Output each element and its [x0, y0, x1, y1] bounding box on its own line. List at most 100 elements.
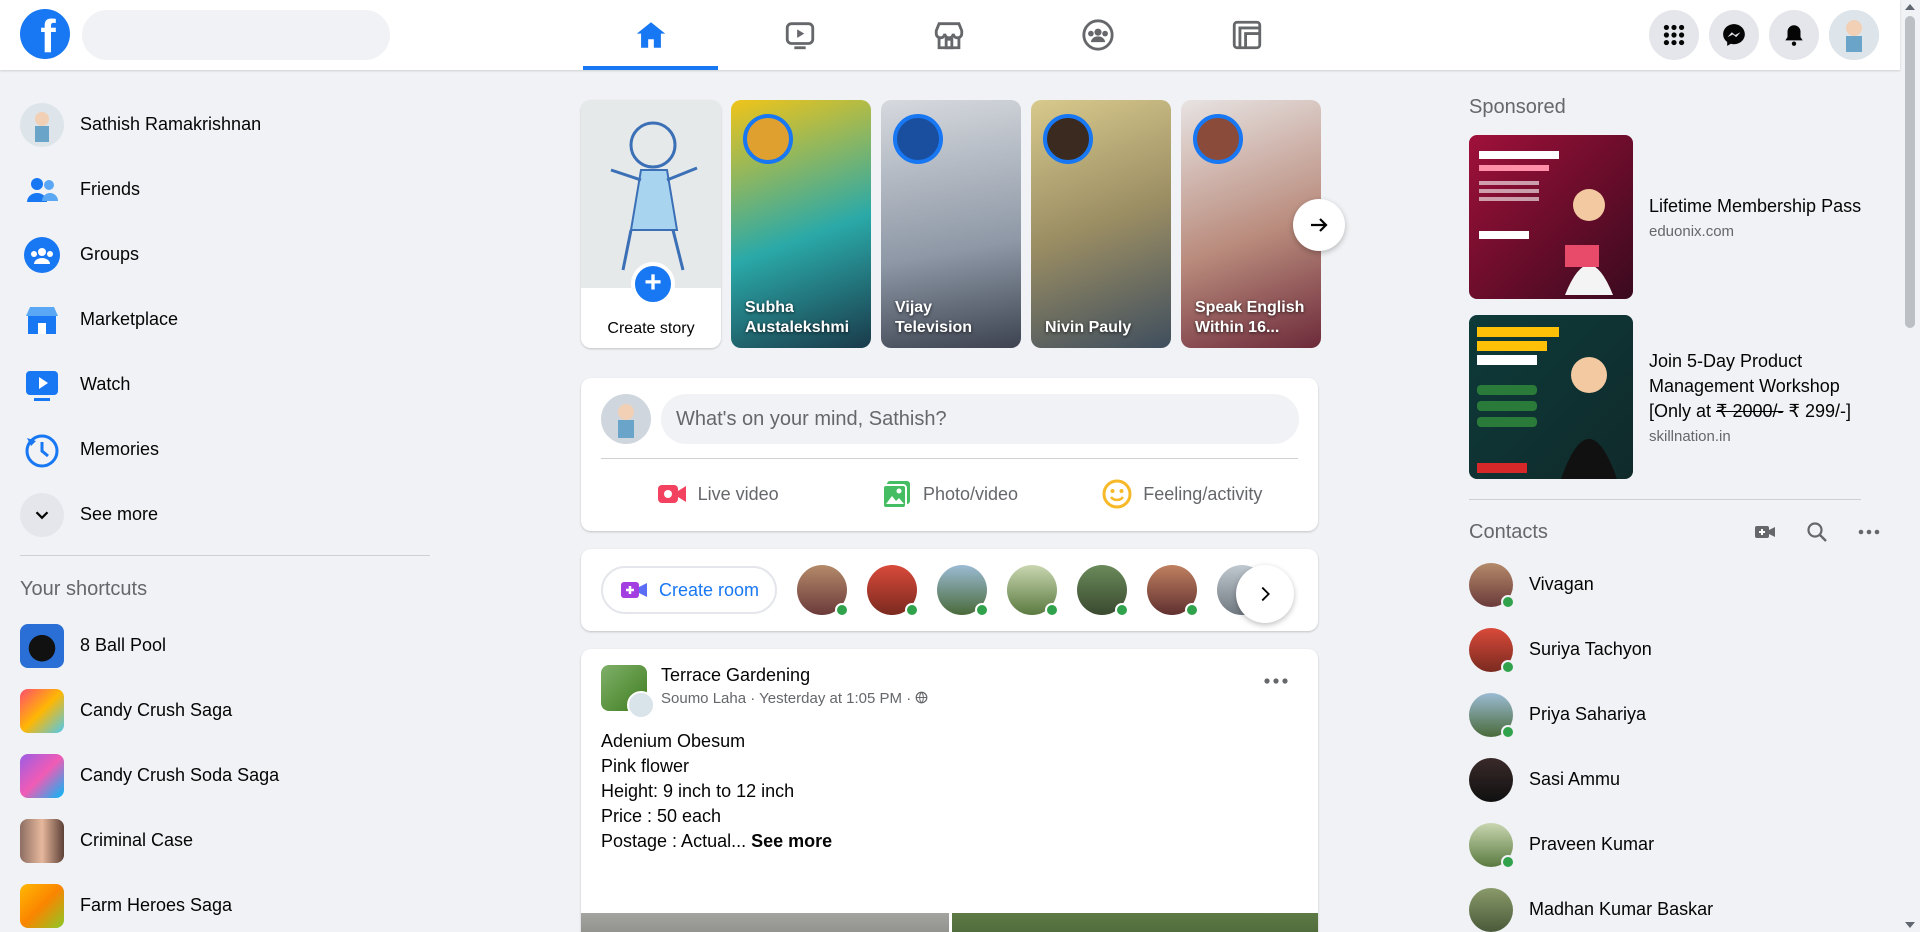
shortcut-candy-crush-saga[interactable]: Candy Crush Saga — [8, 678, 438, 743]
contact-item[interactable]: Madhan Kumar Baskar — [1469, 877, 1881, 932]
ad-domain: eduonix.com — [1649, 223, 1735, 240]
contacts-header: Contacts — [1469, 512, 1881, 552]
sidebar-item-label: Memories — [80, 439, 160, 459]
video-camera-icon — [621, 582, 647, 598]
sidebar-item-groups[interactable]: Groups — [8, 222, 438, 287]
story-avatar — [743, 114, 793, 164]
avatar-icon — [1829, 10, 1879, 60]
tab-home[interactable] — [583, 0, 718, 70]
contact-item[interactable]: Suriya Tachyon — [1469, 617, 1881, 682]
friends-icon — [20, 168, 64, 212]
gaming-icon — [1232, 20, 1261, 50]
news-feed: + Create story Subha Austalekshmi Vijay … — [581, 100, 1345, 932]
page-scrollbar[interactable] — [1900, 0, 1920, 932]
shortcut-criminal-case[interactable]: Criminal Case — [8, 808, 438, 873]
online-friend-avatar[interactable] — [937, 565, 990, 617]
tab-gaming[interactable] — [1179, 0, 1314, 70]
more-options-icon[interactable] — [1260, 671, 1292, 691]
menu-button[interactable] — [1649, 10, 1699, 60]
stories-next-button[interactable] — [1293, 199, 1345, 251]
sidebar-see-more[interactable]: See more — [8, 482, 438, 547]
shortcut-label: Farm Heroes Saga — [80, 895, 233, 915]
messenger-icon — [1723, 24, 1745, 46]
messenger-button[interactable] — [1709, 10, 1759, 60]
photo-video-button[interactable]: Photo/video — [833, 466, 1065, 522]
post-time[interactable]: Yesterday at 1:05 PM — [759, 690, 902, 707]
candy-crush-soda-icon — [20, 753, 64, 798]
online-friend-avatar[interactable] — [797, 565, 850, 617]
stories-tray: + Create story Subha Austalekshmi Vijay … — [581, 100, 1345, 348]
shortcut-candy-crush-soda-saga[interactable]: Candy Crush Soda Saga — [8, 743, 438, 808]
photo-icon — [881, 481, 910, 509]
new-room-icon[interactable] — [1753, 520, 1777, 544]
photo-video-label: Photo/video — [922, 483, 1019, 504]
story-avatar — [1193, 114, 1243, 164]
live-video-button[interactable]: Live video — [601, 466, 833, 522]
facebook-logo[interactable]: f — [20, 9, 70, 59]
shortcut-farm-heroes-saga[interactable]: Farm Heroes Saga — [8, 873, 438, 932]
shortcuts-heading: Your shortcuts — [20, 578, 148, 600]
whats-on-your-mind-input[interactable]: What's on your mind, Sathish? — [661, 394, 1299, 444]
ad-image — [1469, 135, 1633, 299]
contact-name: Sasi Ammu — [1529, 769, 1621, 789]
scroll-up-arrow[interactable] — [1905, 4, 1915, 10]
sidebar-item-label: Groups — [80, 244, 140, 264]
online-friend-avatar[interactable] — [1147, 565, 1200, 617]
avatar-icon — [618, 404, 634, 438]
online-friend-avatar[interactable] — [1077, 565, 1130, 617]
feeling-activity-button[interactable]: Feeling/activity — [1066, 466, 1298, 522]
scrollbar-thumb[interactable] — [1905, 16, 1915, 328]
post-photo[interactable] — [581, 913, 949, 932]
sponsored-ad[interactable]: Lifetime Membership Pass eduonix.com — [1469, 135, 1881, 299]
ad-title-suffix: ₹ 299/-] — [1783, 401, 1852, 421]
contact-item[interactable]: Vivagan — [1469, 552, 1881, 617]
ad-artwork — [1477, 327, 1617, 479]
chevron-down-icon — [20, 492, 64, 537]
rooms-next-button[interactable] — [1236, 565, 1294, 623]
create-story-card[interactable]: + Create story — [581, 100, 721, 348]
sponsored-ad[interactable]: Join 5-Day Product Management Workshop [… — [1469, 315, 1881, 479]
search-icon[interactable] — [1805, 520, 1829, 544]
post-author[interactable]: Soumo Laha — [661, 690, 746, 707]
story-card[interactable]: Nivin Pauly — [1031, 100, 1171, 348]
sidebar-item-marketplace[interactable]: Marketplace — [8, 287, 438, 352]
tab-marketplace[interactable] — [881, 0, 1016, 70]
online-friend-avatar[interactable] — [867, 565, 920, 617]
contact-avatar — [1469, 887, 1513, 932]
sidebar-item-label: Sathish Ramakrishnan — [80, 114, 262, 134]
tab-watch[interactable] — [732, 0, 867, 70]
see-more-link[interactable]: See more — [751, 831, 832, 851]
search-input[interactable] — [82, 10, 390, 60]
store-icon — [934, 22, 963, 50]
shortcut-8-ball-pool[interactable]: 8 Ball Pool — [8, 613, 438, 678]
story-card[interactable]: Vijay Television — [881, 100, 1021, 348]
tab-groups[interactable] — [1030, 0, 1165, 70]
notifications-button[interactable] — [1769, 10, 1819, 60]
post-line: Height: 9 inch to 12 inch — [601, 781, 795, 801]
ad-old-price: ₹ 2000/- — [1716, 401, 1784, 421]
shortcut-label: 8 Ball Pool — [80, 635, 167, 655]
more-options-icon[interactable] — [1857, 520, 1881, 544]
contact-item[interactable]: Sasi Ammu — [1469, 747, 1881, 812]
sidebar-item-friends[interactable]: Friends — [8, 157, 438, 222]
story-author: Nivin Pauly — [1045, 319, 1132, 336]
contact-item[interactable]: Praveen Kumar — [1469, 812, 1881, 877]
online-indicator — [1501, 659, 1515, 674]
create-room-button[interactable]: Create room — [601, 566, 778, 614]
post-last-line: Postage : Actual... — [601, 831, 747, 851]
post-line: Pink flower — [601, 756, 690, 776]
scroll-down-arrow[interactable] — [1905, 922, 1915, 928]
post-group-name[interactable]: Terrace Gardening — [661, 665, 810, 686]
sidebar-item-watch[interactable]: Watch — [8, 352, 438, 417]
sidebar-item-profile[interactable]: Sathish Ramakrishnan — [8, 92, 438, 157]
contact-item[interactable]: Priya Sahariya — [1469, 682, 1881, 747]
online-friend-avatar[interactable] — [1007, 565, 1060, 617]
sidebar-item-memories[interactable]: Memories — [8, 417, 438, 482]
post-photo[interactable] — [952, 913, 1318, 932]
ad-text: Join 5-Day Product Management Workshop [… — [1633, 315, 1881, 479]
grid-menu-icon — [1663, 24, 1685, 46]
add-story-button[interactable]: + — [631, 262, 675, 306]
author-avatar[interactable] — [627, 691, 655, 719]
story-card[interactable]: Subha Austalekshmi — [731, 100, 871, 348]
account-avatar[interactable] — [1829, 10, 1879, 60]
